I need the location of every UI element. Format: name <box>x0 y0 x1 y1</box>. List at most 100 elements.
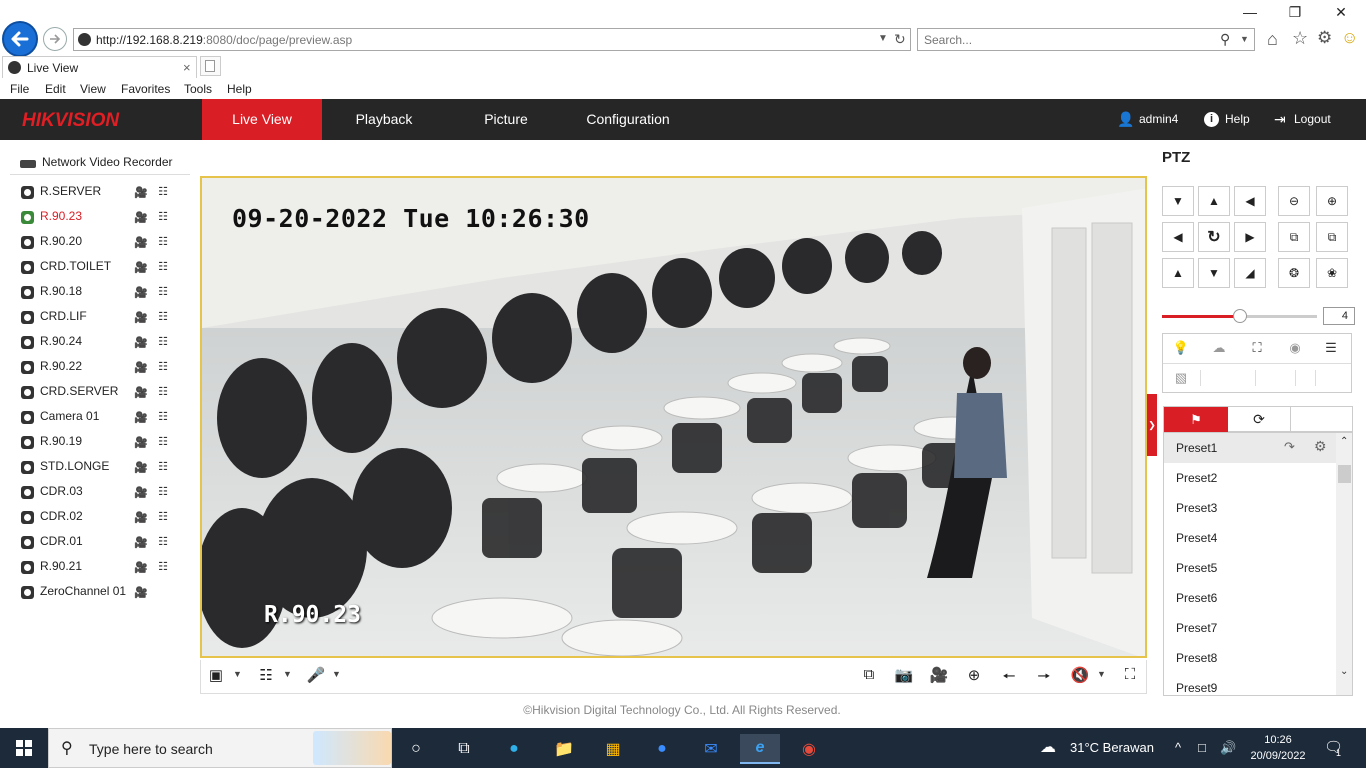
mail-icon[interactable]: ✉ <box>691 734 731 764</box>
focus-far-button[interactable]: ⧉ <box>1316 222 1348 252</box>
camera-item[interactable]: R.90.24 🎥 ☷ <box>18 331 188 356</box>
microphone-icon[interactable]: 🎤 <box>305 666 327 684</box>
ptz-channel-icon[interactable]: ☷ <box>155 335 171 348</box>
ptz-channel-icon[interactable]: ☷ <box>155 560 171 573</box>
close-tab-icon[interactable]: × <box>183 60 191 75</box>
preset-item[interactable]: Preset8 <box>1164 643 1336 673</box>
camera-item[interactable]: CRD.TOILET 🎥 ☷ <box>18 256 188 281</box>
camera-item[interactable]: STD.LONGE 🎥 ☷ <box>18 456 188 481</box>
audio-mute-icon[interactable]: 🔇 <box>1069 666 1091 684</box>
record-icon[interactable]: 🎥 <box>133 586 149 599</box>
more-menu-icon[interactable]: ☰ <box>1317 340 1345 356</box>
camera-item[interactable]: CRD.LIF 🎥 ☷ <box>18 306 188 331</box>
back-button[interactable] <box>2 21 38 57</box>
ptz-channel-icon[interactable]: ☷ <box>155 385 171 398</box>
zoom-in-button[interactable]: ⊕ <box>1316 186 1348 216</box>
camera-item[interactable]: CDR.03 🎥 ☷ <box>18 481 188 506</box>
taskbar-search[interactable]: ⚲ Type here to search <box>48 728 392 768</box>
menu-edit[interactable]: Edit <box>45 82 66 96</box>
ptz-channel-icon[interactable]: ☷ <box>155 535 171 548</box>
auxiliary-focus-icon[interactable]: ⛶ <box>1243 340 1271 356</box>
tray-chevron-icon[interactable]: ^ <box>1175 740 1181 755</box>
panel-collapse-button[interactable]: ❯ <box>1147 394 1157 456</box>
start-button[interactable] <box>0 728 48 768</box>
ptz-speed-value[interactable]: 4 <box>1323 307 1355 325</box>
chrome-icon[interactable]: ◉ <box>789 734 829 764</box>
light-icon[interactable]: 💡 <box>1167 340 1195 356</box>
ptz-right-button[interactable]: ▶ <box>1234 222 1266 252</box>
preset-scrollbar[interactable]: ⌃ ⌄ <box>1336 433 1352 695</box>
menu-favorites[interactable]: Favorites <box>121 82 170 96</box>
stream-type-icon[interactable]: ☷ <box>255 666 277 684</box>
scroll-down-icon[interactable]: ⌄ <box>1340 666 1348 677</box>
speed-knob[interactable] <box>1232 309 1247 323</box>
preset-item[interactable]: Preset4 <box>1164 523 1336 553</box>
set-preset-gear-icon[interactable]: ⚙ <box>1314 438 1327 455</box>
weather-cloud-icon[interactable]: ☁ <box>1040 737 1056 757</box>
address-dropdown-icon[interactable]: ▼ <box>878 33 888 44</box>
task-view-cortana-icon[interactable]: ○ <box>396 734 436 764</box>
manual-tracking-icon[interactable]: ▧ <box>1167 370 1195 386</box>
record-icon[interactable]: 🎥 <box>133 361 149 374</box>
logout-link[interactable]: Logout <box>1294 99 1331 140</box>
search-dropdown-icon[interactable]: ▼ <box>1240 34 1249 44</box>
ptz-channel-icon[interactable]: ☷ <box>155 360 171 373</box>
live-video-window[interactable]: 09-20-2022 Tue 10:26:30 R.90.23 <box>200 176 1147 658</box>
audio-dropdown-icon[interactable]: ▼ <box>1097 669 1106 679</box>
stop-all-icon[interactable]: ⧉ <box>858 666 880 683</box>
camera-item[interactable]: CDR.01 🎥 ☷ <box>18 531 188 556</box>
ptz-channel-icon[interactable]: ☷ <box>155 435 171 448</box>
ptz-down-right-button[interactable]: ◢ <box>1234 258 1266 288</box>
ptz-down-button[interactable]: ▼ <box>1198 258 1230 288</box>
camera-item[interactable]: R.90.19 🎥 ☷ <box>18 431 188 456</box>
record-icon[interactable]: 🎥 <box>133 436 149 449</box>
task-view-icon[interactable]: ⧉ <box>444 734 484 764</box>
ptz-channel-icon[interactable]: ☷ <box>155 510 171 523</box>
preset-item[interactable]: Preset5 <box>1164 553 1336 583</box>
weather-text[interactable]: 31°C Berawan <box>1070 740 1154 755</box>
camera-item[interactable]: CDR.02 🎥 ☷ <box>18 506 188 531</box>
ptz-down-left-button[interactable]: ▲ <box>1162 258 1194 288</box>
browser-search-input[interactable] <box>924 32 1214 48</box>
capture-camera-icon[interactable]: 📷 <box>893 666 915 684</box>
ptz-channel-icon[interactable]: ☷ <box>155 460 171 473</box>
preset-item[interactable]: Preset7 <box>1164 613 1336 643</box>
address-bar[interactable]: http://192.168.8.219:8080/doc/page/previ… <box>73 28 911 51</box>
camera-item[interactable]: R.90.23 🎥 ☷ <box>18 206 188 231</box>
browser-search[interactable]: ⚲ ▼ <box>917 28 1255 51</box>
tab-preset[interactable]: ⚑ <box>1164 407 1228 432</box>
stream-dropdown-icon[interactable]: ▼ <box>283 669 292 679</box>
tree-root-nvr[interactable]: Network Video Recorder <box>10 153 190 175</box>
ptz-channel-icon[interactable]: ☷ <box>155 310 171 323</box>
username[interactable]: admin4 <box>1139 99 1178 140</box>
nav-playback[interactable]: Playback <box>325 99 443 140</box>
camera-item[interactable]: CRD.SERVER 🎥 ☷ <box>18 381 188 406</box>
camera-item[interactable]: ZeroChannel 01 🎥 <box>18 581 188 606</box>
next-page-icon[interactable]: 🠖 <box>1033 666 1055 691</box>
mic-dropdown-icon[interactable]: ▼ <box>332 669 341 679</box>
logout-icon[interactable]: ⇥ <box>1274 99 1286 140</box>
record-icon[interactable]: 🎥 <box>133 486 149 499</box>
ptz-channel-icon[interactable]: ☷ <box>155 235 171 248</box>
iris-open-button[interactable]: ❂ <box>1278 258 1310 288</box>
menu-file[interactable]: File <box>10 82 29 96</box>
edge-icon[interactable]: ● <box>494 734 534 764</box>
system-clock[interactable]: 10:26 20/09/2022 <box>1248 732 1308 764</box>
record-icon[interactable]: 🎥 <box>133 386 149 399</box>
preset-item[interactable]: Preset2 <box>1164 463 1336 493</box>
lens-init-icon[interactable]: ◉ <box>1281 340 1309 356</box>
preset-item[interactable]: Preset6 <box>1164 583 1336 613</box>
camera-item[interactable]: R.90.20 🎥 ☷ <box>18 231 188 256</box>
record-icon[interactable]: 🎥 <box>133 236 149 249</box>
previous-page-icon[interactable]: 🠔 <box>998 666 1020 691</box>
ptz-channel-icon[interactable]: ☷ <box>155 260 171 273</box>
camera-item[interactable]: Camera 01 🎥 ☷ <box>18 406 188 431</box>
scroll-thumb[interactable] <box>1338 465 1351 483</box>
record-icon[interactable]: 🎥 <box>133 211 149 224</box>
network-icon[interactable]: □ <box>1198 740 1206 755</box>
record-icon[interactable]: 🎥 <box>133 261 149 274</box>
scroll-up-icon[interactable]: ⌃ <box>1340 436 1348 447</box>
ptz-speed-slider[interactable] <box>1162 309 1317 323</box>
camera-item[interactable]: R.90.21 🎥 ☷ <box>18 556 188 581</box>
nav-configuration[interactable]: Configuration <box>568 99 688 140</box>
